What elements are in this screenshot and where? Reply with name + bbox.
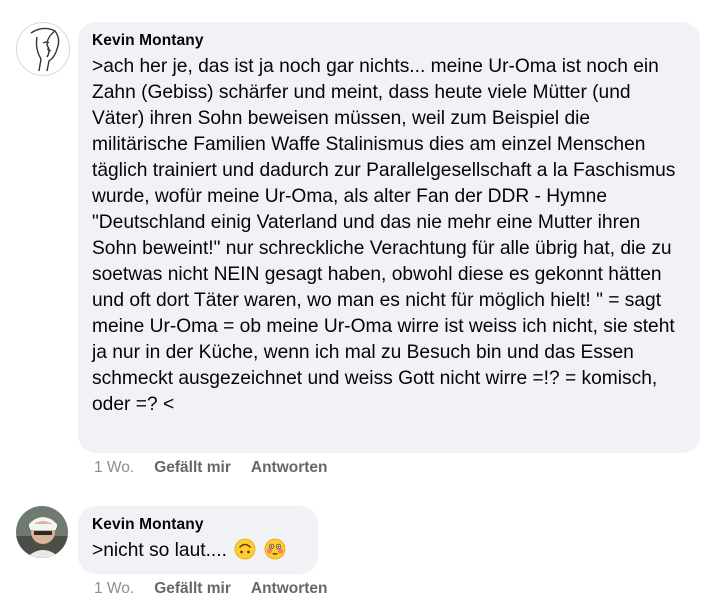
- upside-down-face-emoji-icon: [234, 538, 256, 568]
- comment-timestamp[interactable]: 1 Wo.: [94, 459, 134, 477]
- reply-button[interactable]: Antworten: [251, 459, 328, 477]
- comment-actions: 1 Wo. Gefällt mir Antworten: [94, 580, 328, 598]
- comment-text: >nicht so laut....: [92, 540, 227, 561]
- comment-author[interactable]: Kevin Montany: [92, 32, 686, 50]
- like-button[interactable]: Gefällt mir: [154, 459, 231, 477]
- comment-actions: 1 Wo. Gefällt mir Antworten: [94, 459, 328, 477]
- comment-timestamp[interactable]: 1 Wo.: [94, 580, 134, 598]
- like-button[interactable]: Gefällt mir: [154, 580, 231, 598]
- avatar[interactable]: [16, 506, 68, 558]
- avatar[interactable]: [16, 22, 70, 76]
- comment-bubble: Kevin Montany >nicht so laut....: [78, 506, 318, 574]
- flushed-face-emoji-icon: [264, 538, 286, 568]
- comment-text: >ach her je, das ist ja noch gar nichts.…: [92, 56, 676, 415]
- comment-bubble: Kevin Montany >ach her je, das ist ja no…: [78, 22, 700, 453]
- comment-text-row: >nicht so laut....: [92, 538, 304, 568]
- person-photo-avatar-image: [16, 506, 68, 558]
- sketch-face-avatar-image: [30, 27, 60, 72]
- comment-author[interactable]: Kevin Montany: [92, 516, 304, 534]
- reply-button[interactable]: Antworten: [251, 580, 328, 598]
